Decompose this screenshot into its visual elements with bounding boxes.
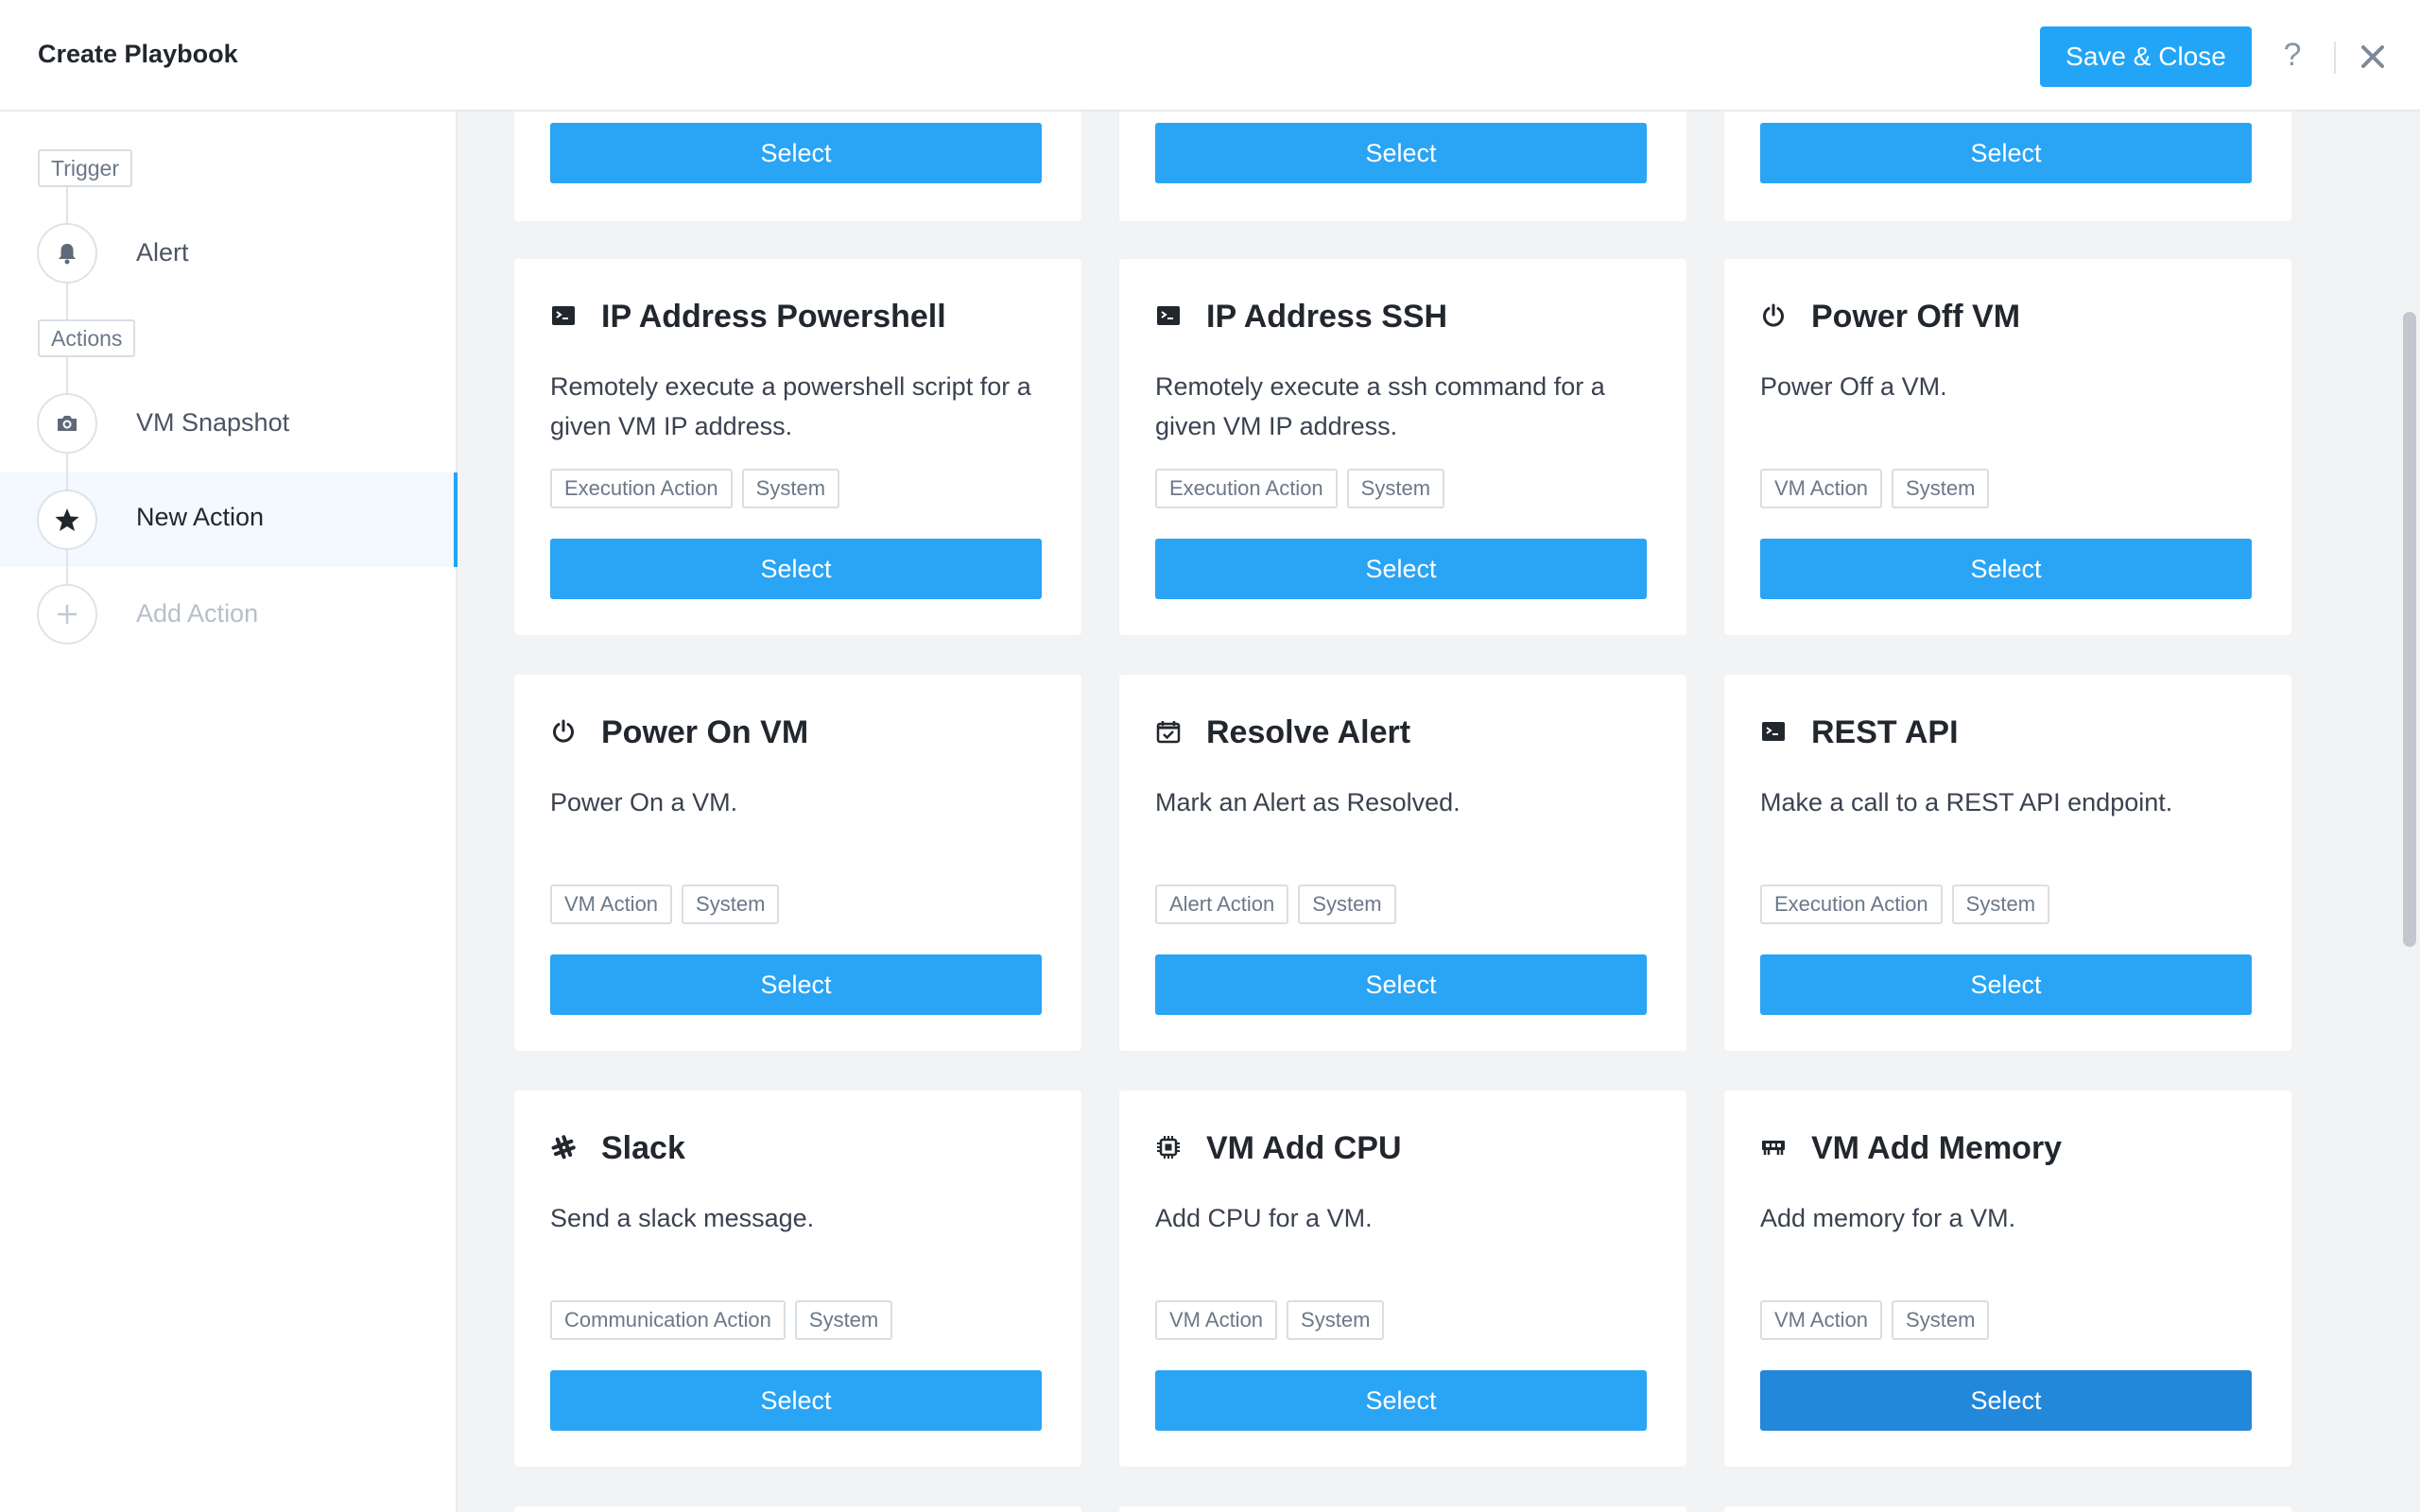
sidebar-item-vm-snapshot[interactable] xyxy=(37,393,97,454)
memory-icon xyxy=(1762,1141,1785,1155)
camera-icon xyxy=(58,416,77,431)
help-icon[interactable]: ? xyxy=(2278,34,2307,76)
category-tag: System xyxy=(1298,885,1396,924)
star-icon xyxy=(55,508,79,531)
card-description: Add memory for a VM. xyxy=(1760,1204,2016,1232)
category-tag: System xyxy=(1892,469,1990,508)
action-card: Select xyxy=(1724,112,2291,221)
card-title: VM Add Memory xyxy=(1811,1130,2063,1166)
select-button[interactable]: Select xyxy=(550,539,1042,599)
sidebar-item-label[interactable]: VM Snapshot xyxy=(136,408,289,438)
category-tag: System xyxy=(1951,885,2050,924)
action-card: REST API Make a call to a REST API endpo… xyxy=(1724,675,2291,1051)
category-tag: Execution Action xyxy=(1155,469,1338,508)
sidebar: Trigger Alert Actions VM Snapshot New Ac… xyxy=(0,112,458,1512)
cpu-icon xyxy=(1157,1136,1180,1159)
select-button[interactable]: Select xyxy=(1155,123,1647,183)
category-tag: Communication Action xyxy=(550,1300,786,1340)
select-button[interactable]: Select xyxy=(1760,1370,2252,1431)
select-button[interactable]: Select xyxy=(1155,1370,1647,1431)
power-icon xyxy=(1763,303,1784,327)
action-card: Resolve Alert Mark an Alert as Resolved.… xyxy=(1119,675,1686,1051)
select-button[interactable]: Select xyxy=(550,123,1042,183)
card-title: REST API xyxy=(1811,714,1959,750)
category-tag: System xyxy=(741,469,840,508)
category-tag: VM Action xyxy=(1155,1300,1278,1340)
select-button[interactable]: Select xyxy=(550,954,1042,1015)
action-card: IP Address SSH Remotely execute a ssh co… xyxy=(1119,259,1686,635)
trigger-section-tag: Trigger xyxy=(38,149,132,187)
card-title: IP Address Powershell xyxy=(601,299,946,335)
terminal-icon xyxy=(552,306,575,325)
category-tag: System xyxy=(1287,1300,1385,1340)
category-tag: System xyxy=(1892,1300,1990,1340)
category-tag: VM Action xyxy=(1760,1300,1883,1340)
header: Create Playbook Save & Close ? xyxy=(0,0,2420,112)
calendar-check-icon xyxy=(1156,721,1181,744)
power-icon xyxy=(553,719,574,743)
category-tag: System xyxy=(794,1300,893,1340)
category-tag: VM Action xyxy=(550,885,673,924)
category-tag: VM Action xyxy=(1760,469,1883,508)
plus-icon xyxy=(58,605,77,624)
category-tag: Execution Action xyxy=(1760,885,1943,924)
card-title: Resolve Alert xyxy=(1206,714,1411,750)
card-description: Power On a VM. xyxy=(550,788,738,816)
select-button[interactable]: Select xyxy=(1155,539,1647,599)
action-card xyxy=(1724,1506,2291,1512)
close-icon[interactable] xyxy=(2356,40,2390,74)
card-description: Mark an Alert as Resolved. xyxy=(1155,788,1461,816)
action-card xyxy=(1119,1506,1686,1512)
sidebar-item-new-action[interactable] xyxy=(37,490,97,550)
category-tag: Alert Action xyxy=(1155,885,1289,924)
card-title: Slack xyxy=(601,1130,685,1166)
select-button[interactable]: Select xyxy=(550,1370,1042,1431)
action-catalog: Select Select Select IP Address Powershe… xyxy=(459,112,2420,1512)
scrollbar[interactable] xyxy=(2403,312,2416,947)
sidebar-item-add-action[interactable] xyxy=(37,584,97,644)
terminal-icon xyxy=(1762,722,1785,741)
action-card: IP Address Powershell Remotely execute a… xyxy=(514,259,1081,635)
action-card: Select xyxy=(1119,112,1686,221)
card-description: Power Off a VM. xyxy=(1760,372,1947,401)
action-card: VM Add Memory Add memory for a VM. VM Ac… xyxy=(1724,1091,2291,1467)
terminal-icon xyxy=(1157,306,1180,325)
sidebar-item-label[interactable]: Add Action xyxy=(136,599,258,628)
action-card xyxy=(514,1506,1081,1512)
category-tag: System xyxy=(1346,469,1445,508)
card-description: Remotely execute a ssh command for a giv… xyxy=(1155,372,1605,440)
page-title: Create Playbook xyxy=(38,40,238,68)
select-button[interactable]: Select xyxy=(1155,954,1647,1015)
card-description: Make a call to a REST API endpoint. xyxy=(1760,788,2173,816)
action-card: Slack Send a slack message. Communicatio… xyxy=(514,1091,1081,1467)
action-card: Power Off VM Power Off a VM. VM Action S… xyxy=(1724,259,2291,635)
actions-section-tag: Actions xyxy=(38,319,136,357)
category-tag: System xyxy=(682,885,780,924)
sidebar-item-label[interactable]: New Action xyxy=(136,503,264,532)
sidebar-item-alert[interactable] xyxy=(37,223,97,284)
card-description: Remotely execute a powershell script for… xyxy=(550,372,1031,440)
bell-icon xyxy=(59,244,76,265)
save-and-close-button[interactable]: Save & Close xyxy=(2040,26,2252,87)
card-title: Power On VM xyxy=(601,714,809,750)
card-title: VM Add CPU xyxy=(1206,1130,1402,1166)
action-card: VM Add CPU Add CPU for a VM. VM Action S… xyxy=(1119,1091,1686,1467)
sidebar-item-label[interactable]: Alert xyxy=(136,238,189,267)
card-description: Add CPU for a VM. xyxy=(1155,1204,1373,1232)
category-tag: Execution Action xyxy=(550,469,733,508)
select-button[interactable]: Select xyxy=(1760,539,2252,599)
action-card: Power On VM Power On a VM. VM Action Sys… xyxy=(514,675,1081,1051)
card-title: IP Address SSH xyxy=(1206,299,1448,335)
action-card: Select xyxy=(514,112,1081,221)
card-description: Send a slack message. xyxy=(550,1204,815,1232)
card-title: Power Off VM xyxy=(1811,299,2021,335)
select-button[interactable]: Select xyxy=(1760,954,2252,1015)
slack-icon xyxy=(551,1135,576,1160)
select-button[interactable]: Select xyxy=(1760,123,2252,183)
header-divider xyxy=(2334,42,2336,74)
